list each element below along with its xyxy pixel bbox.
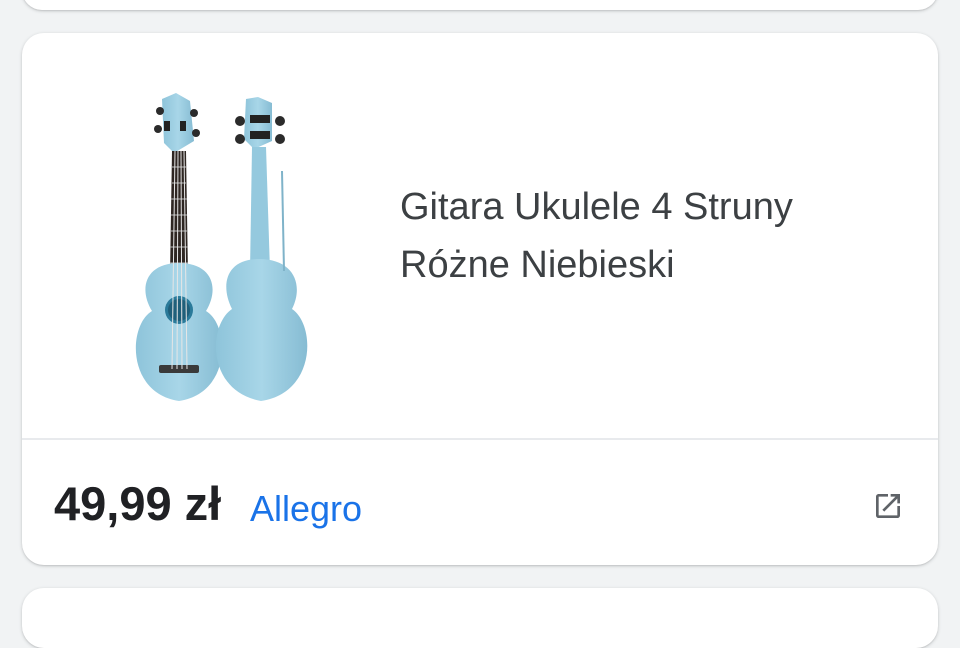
price: 49,99 zł xyxy=(54,477,222,530)
ukulele-back xyxy=(215,97,308,401)
ukulele-front xyxy=(135,93,223,401)
product-title-line-2: Różne Niebieski xyxy=(400,244,675,286)
merchant-link[interactable]: Allegro xyxy=(250,488,362,530)
product-image[interactable] xyxy=(66,63,356,408)
product-card[interactable]: Gitara Ukulele 4 Struny Różne Niebieski … xyxy=(22,33,938,565)
open-in-new-icon[interactable] xyxy=(868,486,908,526)
ukulele-icon xyxy=(135,93,308,401)
product-title-line-1: Gitara Ukulele 4 Struny xyxy=(400,186,793,228)
next-result-card[interactable] xyxy=(22,588,938,648)
previous-result-card[interactable] xyxy=(22,0,938,10)
offer-footer: 49,99 zł Allegro xyxy=(22,440,938,565)
product-title[interactable]: Gitara Ukulele 4 Struny Różne Niebieski xyxy=(400,178,900,294)
